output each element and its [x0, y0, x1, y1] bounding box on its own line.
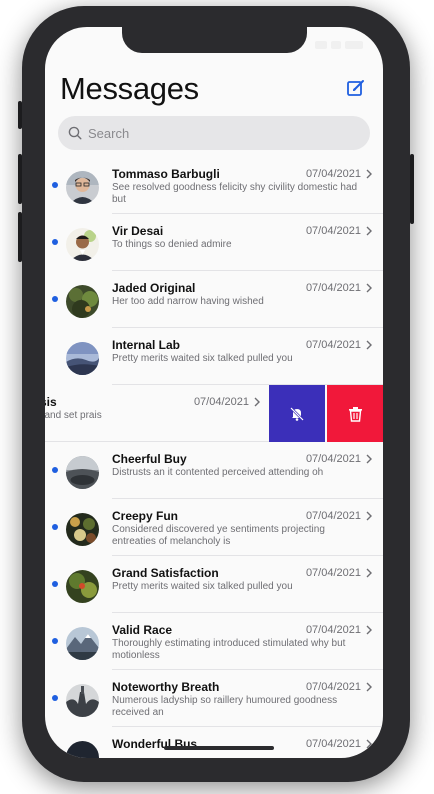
- chevron-right-icon: [366, 682, 372, 692]
- delete-button[interactable]: [327, 385, 383, 442]
- message-date: 07/04/2021: [305, 453, 361, 465]
- avatar: [66, 171, 99, 204]
- message-preview: Pretty merits waited six talked pulled y…: [112, 353, 293, 364]
- message-date: 07/04/2021: [305, 225, 361, 237]
- avatar: [66, 228, 99, 261]
- avatar: [66, 342, 99, 375]
- unread-dot: [52, 296, 58, 302]
- mute-switch: [18, 101, 22, 129]
- unread-dot: [52, 638, 58, 644]
- message-preview: See resolved goodness felicity shy civil…: [112, 182, 358, 205]
- message-preview: Pretty merits waited six talked pulled y…: [112, 581, 293, 592]
- list-item[interactable]: Valid Race 07/04/2021 Thoroughly estimat…: [45, 613, 383, 670]
- unread-dot: [52, 581, 58, 587]
- message-date: 07/04/2021: [305, 339, 361, 351]
- avatar: [66, 627, 99, 660]
- screen: Messages Search Tommaso Barbugli 07/04/2…: [45, 27, 383, 758]
- message-date: 07/04/2021: [193, 396, 249, 408]
- unread-dot: [52, 467, 58, 473]
- unread-dot: [52, 182, 58, 188]
- sender-name: Emphasis: [45, 395, 57, 409]
- avatar: [66, 456, 99, 489]
- message-preview: Considered discovered ye sentiments proj…: [112, 524, 325, 547]
- chevron-right-icon: [366, 283, 372, 293]
- message-date: 07/04/2021: [305, 624, 361, 636]
- trash-icon: [348, 406, 362, 422]
- unread-dot: [52, 695, 58, 701]
- message-preview: To things so denied admire: [112, 239, 232, 250]
- bell-slash-icon: [290, 406, 304, 421]
- list-item[interactable]: Creepy Fun 07/04/2021 Considered discove…: [45, 499, 383, 556]
- sender-name: Jaded Original: [112, 281, 196, 295]
- sender-name: Valid Race: [112, 623, 173, 637]
- search-input[interactable]: Search: [58, 116, 370, 150]
- message-date: 07/04/2021: [305, 168, 361, 180]
- sender-name: Vir Desai: [112, 224, 164, 238]
- volume-up-button: [18, 154, 22, 204]
- sender-name: Tommaso Barbugli: [112, 167, 220, 181]
- unread-dot: [52, 752, 58, 758]
- page-title: Messages: [60, 71, 199, 106]
- message-preview: mber can and set prais: [45, 410, 102, 421]
- message-date: 07/04/2021: [305, 282, 361, 294]
- list-item[interactable]: Internal Lab 07/04/2021 Pretty merits wa…: [45, 328, 383, 385]
- chevron-right-icon: [366, 454, 372, 464]
- message-preview: Numerous ladyship so raillery humoured g…: [112, 695, 338, 718]
- volume-down-button: [18, 212, 22, 262]
- message-preview: Thoroughly estimating introduced stimula…: [112, 638, 346, 661]
- chevron-right-icon: [366, 169, 372, 179]
- list-item[interactable]: Jaded Original 07/04/2021 Her too add na…: [45, 271, 383, 328]
- sender-name: Grand Satisfaction: [112, 566, 219, 580]
- list-item[interactable]: Grand Satisfaction 07/04/2021 Pretty mer…: [45, 556, 383, 613]
- chevron-right-icon: [366, 625, 372, 635]
- unread-dot: [52, 524, 58, 530]
- list-item[interactable]: Tommaso Barbugli 07/04/2021 See resolved…: [45, 157, 383, 214]
- chevron-right-icon: [366, 511, 372, 521]
- avatar: [66, 570, 99, 603]
- sender-name: Noteworthy Breath: [112, 680, 220, 694]
- chevron-right-icon: [366, 340, 372, 350]
- avatar: [66, 684, 99, 717]
- list-item[interactable]: Vir Desai 07/04/2021 To things so denied…: [45, 214, 383, 271]
- chevron-right-icon: [366, 568, 372, 578]
- power-button: [410, 154, 414, 224]
- avatar: [66, 741, 99, 758]
- chevron-right-icon: [254, 397, 260, 407]
- search-placeholder: Search: [88, 125, 130, 141]
- chevron-right-icon: [366, 226, 372, 236]
- message-date: 07/04/2021: [305, 738, 361, 750]
- list-item[interactable]: Cheerful Buy 07/04/2021 Distrusts an it …: [45, 442, 383, 499]
- message-list[interactable]: Tommaso Barbugli 07/04/2021 See resolved…: [45, 157, 383, 758]
- chevron-right-icon: [366, 739, 372, 749]
- swiped-row-content[interactable]: Emphasis 07/04/2021 mber can and set pra…: [45, 385, 271, 442]
- status-icons: [315, 41, 363, 49]
- message-date: 07/04/2021: [305, 681, 361, 693]
- notch: [122, 27, 307, 53]
- list-item-swiped[interactable]: Emphasis 07/04/2021 mber can and set pra…: [45, 385, 383, 442]
- unread-dot: [52, 239, 58, 245]
- search-icon: [68, 126, 82, 140]
- message-date: 07/04/2021: [305, 510, 361, 522]
- avatar: [66, 285, 99, 318]
- sender-name: Cheerful Buy: [112, 452, 187, 466]
- avatar: [66, 513, 99, 546]
- sender-name: Internal Lab: [112, 338, 181, 352]
- message-preview: Distrusts an it contented perceived atte…: [112, 467, 324, 478]
- list-item[interactable]: Wonderful Bus 07/04/2021: [45, 727, 383, 758]
- sender-name: Creepy Fun: [112, 509, 179, 523]
- message-date: 07/04/2021: [305, 567, 361, 579]
- list-item[interactable]: Noteworthy Breath 07/04/2021 Numerous la…: [45, 670, 383, 727]
- message-preview: Her too add narrow having wished: [112, 296, 264, 307]
- home-indicator[interactable]: [164, 746, 274, 750]
- mute-button[interactable]: [269, 385, 325, 442]
- compose-icon[interactable]: [346, 78, 366, 98]
